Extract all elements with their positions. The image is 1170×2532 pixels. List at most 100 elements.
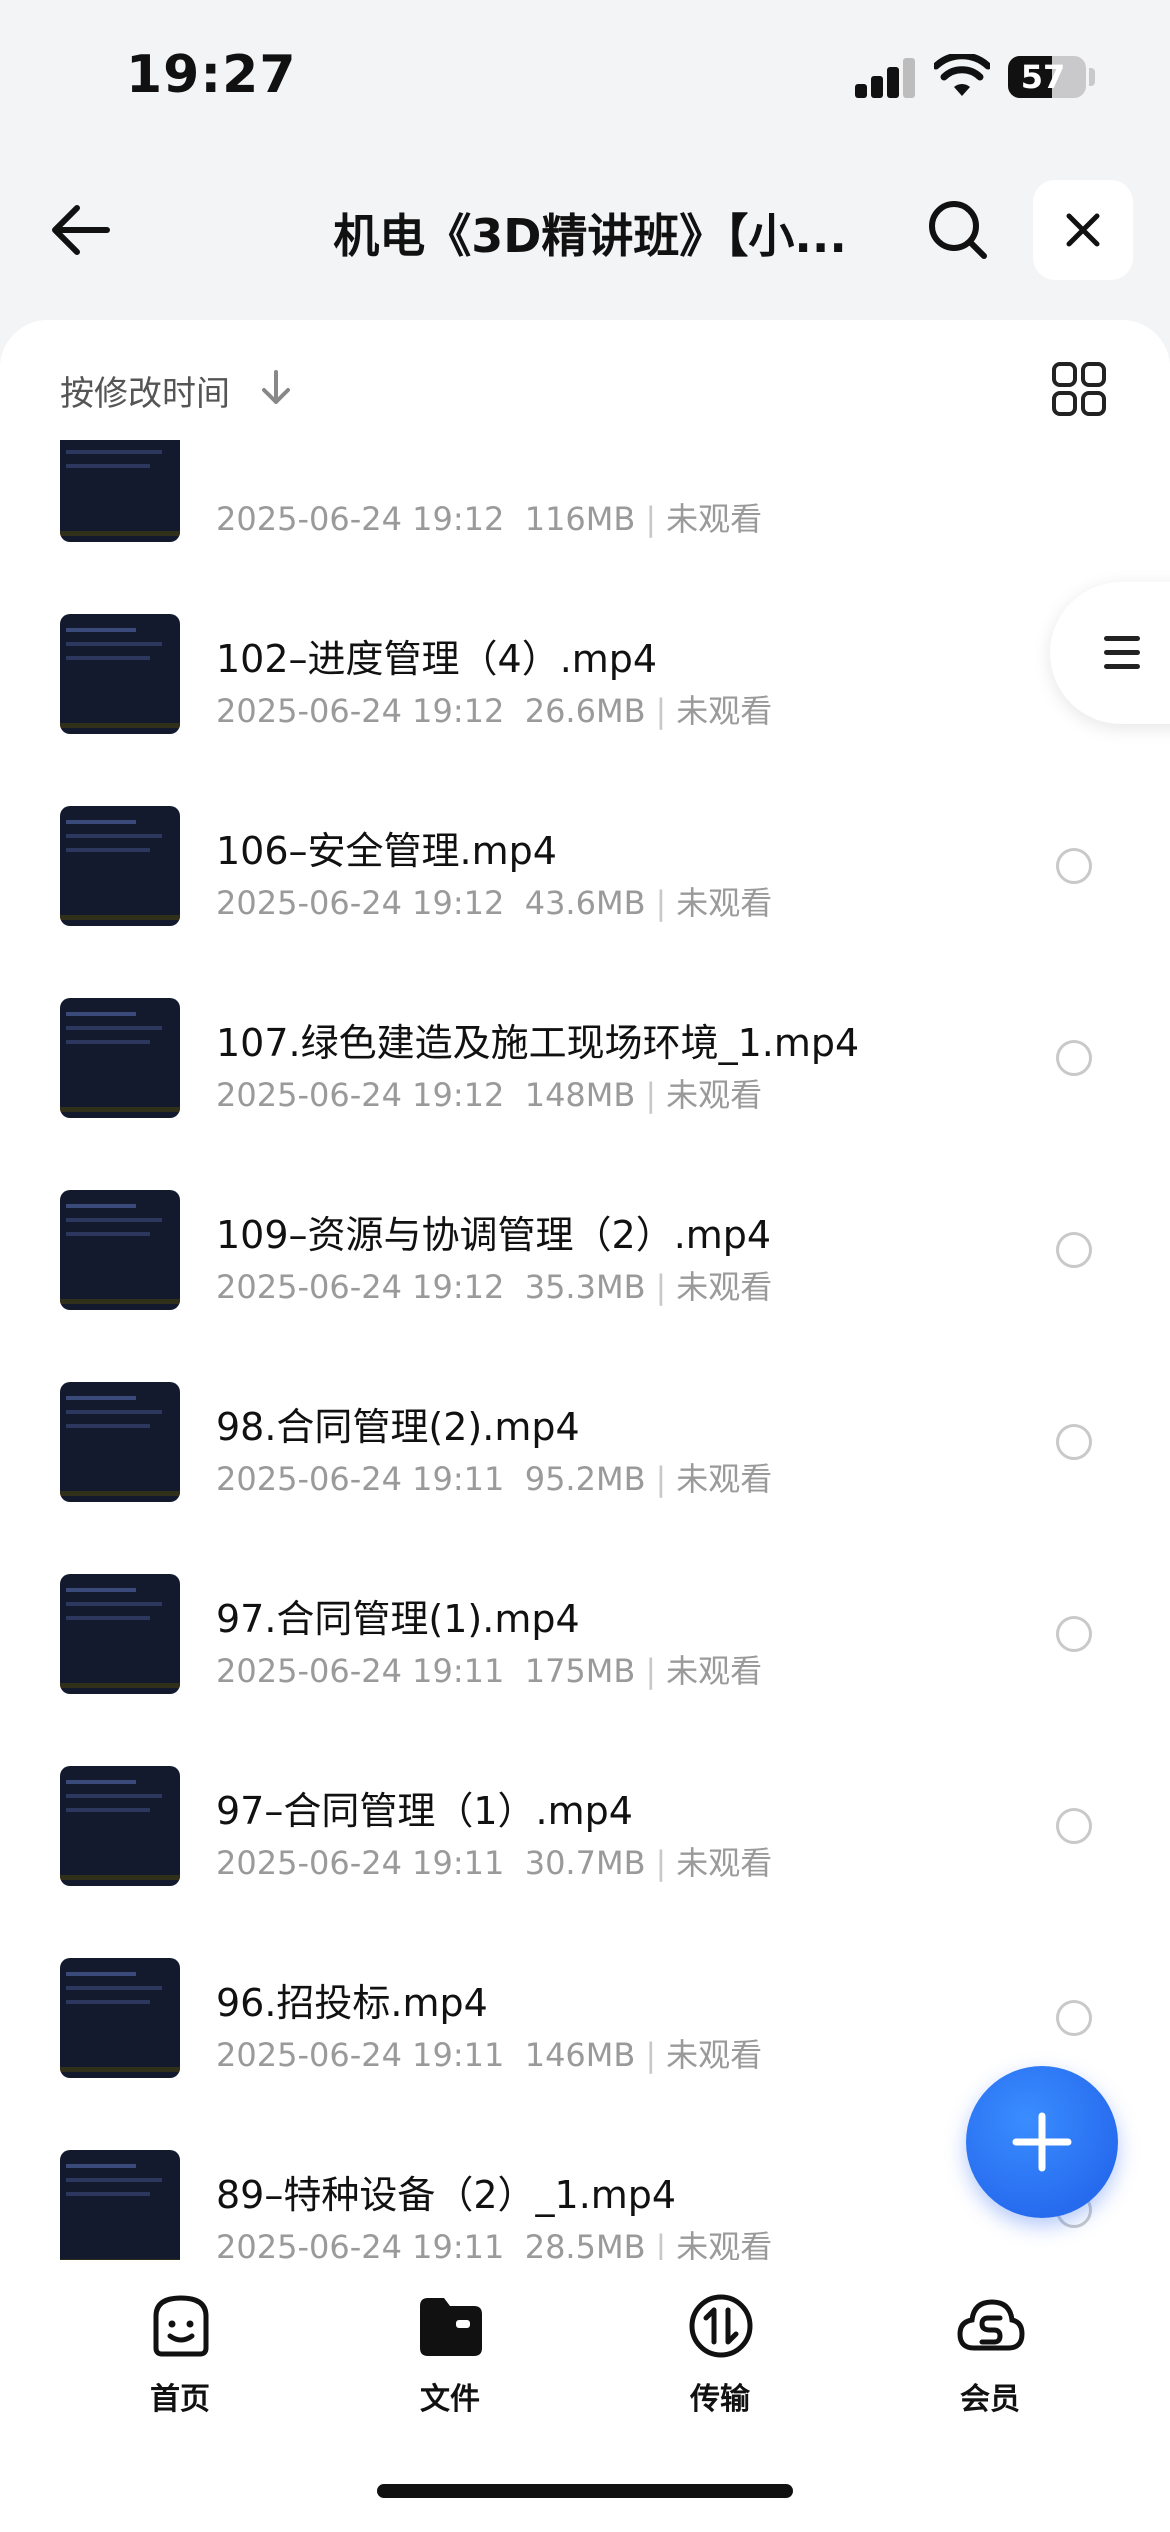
select-checkbox[interactable]: [1056, 1808, 1092, 1844]
tab-label: 文件: [420, 2382, 480, 2417]
tab-files[interactable]: 文件: [370, 2290, 530, 2420]
file-row[interactable]: 106–安全管理.mp4 2025-06-24 19:12 43.6MB | 未观看: [0, 770, 1170, 962]
file-name: 109–资源与协调管理（2）.mp4: [216, 1213, 772, 1257]
file-name: 97–合同管理（1）.mp4: [216, 1789, 633, 1833]
file-row[interactable]: 97–合同管理（1）.mp4 2025-06-24 19:11 30.7MB | 未观…: [0, 1730, 1170, 1922]
file-meta: 2025-06-24 19:11 95.2MB | 未观看: [216, 1454, 772, 1500]
video-thumbnail: [60, 998, 180, 1118]
tab-label: 传输: [690, 2382, 750, 2417]
file-meta: 2025-06-24 19:12 116MB | 未观看: [216, 494, 762, 540]
file-date: 2025-06-24 19:12: [216, 1268, 505, 1306]
file-date: 2025-06-24 19:12: [216, 692, 505, 730]
select-checkbox[interactable]: [1056, 848, 1092, 884]
file-row[interactable]: 107.绿色建造及施工现场环境_1.mp4 2025-06-24 19:12 14…: [0, 962, 1170, 1154]
tab-home[interactable]: 首页: [100, 2290, 260, 2420]
add-button[interactable]: [966, 2066, 1118, 2218]
meta-divider: |: [645, 1652, 657, 1690]
file-meta: 2025-06-24 19:12 35.3MB | 未观看: [216, 1262, 772, 1308]
watch-status: 未观看: [676, 884, 773, 922]
back-button[interactable]: [40, 190, 120, 270]
file-meta: 2025-06-24 19:12 26.6MB | 未观看: [216, 686, 772, 732]
select-checkbox[interactable]: [1056, 1424, 1092, 1460]
file-size: 146MB: [524, 2036, 636, 2074]
sort-bar: 按修改时间: [0, 320, 1170, 440]
arrow-down-icon[interactable]: [258, 368, 294, 408]
tab-transfer[interactable]: 传输: [640, 2290, 800, 2420]
meta-divider: |: [655, 692, 667, 730]
grid-view-icon[interactable]: [1050, 360, 1108, 418]
file-row[interactable]: 109–资源与协调管理（2）.mp4 2025-06-24 19:12 35.3M…: [0, 1154, 1170, 1346]
watch-status: 未观看: [666, 500, 763, 538]
file-name: 107.绿色建造及施工现场环境_1.mp4: [216, 1021, 860, 1065]
select-checkbox[interactable]: [1056, 2000, 1092, 2036]
nav-header: 机电《3D精讲班》【小...: [0, 160, 1170, 300]
watch-status: 未观看: [676, 1268, 773, 1306]
select-checkbox[interactable]: [1056, 1040, 1092, 1076]
video-thumbnail: [60, 1958, 180, 2078]
file-name: 102–进度管理（4）.mp4: [216, 637, 658, 681]
file-size: 175MB: [524, 1652, 636, 1690]
select-checkbox[interactable]: [1056, 1232, 1092, 1268]
meta-divider: |: [655, 1460, 667, 1498]
file-meta: 2025-06-24 19:12 148MB | 未观看: [216, 1070, 762, 1116]
file-row[interactable]: 98.合同管理(2).mp4 2025-06-24 19:11 95.2MB | 未观…: [0, 1346, 1170, 1538]
file-date: 2025-06-24 19:11: [216, 1652, 505, 1690]
video-thumbnail: [60, 1382, 180, 1502]
file-row[interactable]: 102–进度管理（4）.mp4 2025-06-24 19:12 26.6MB | 未…: [0, 578, 1170, 770]
close-button[interactable]: [1033, 180, 1133, 280]
home-indicator[interactable]: [377, 2484, 793, 2498]
meta-divider: |: [655, 1844, 667, 1882]
status-bar: 19:27 57: [0, 0, 1170, 150]
file-row[interactable]: 97.合同管理(1).mp4 2025-06-24 19:11 175MB | 未观看: [0, 1538, 1170, 1730]
arrow-left-icon: [52, 205, 110, 255]
file-date: 2025-06-24 19:11: [216, 1460, 505, 1498]
file-size: 116MB: [524, 500, 636, 538]
meta-divider: |: [645, 1076, 657, 1114]
cellular-signal-icon: [855, 58, 917, 98]
file-meta: 2025-06-24 19:11 146MB | 未观看: [216, 2030, 762, 2076]
watch-status: 未观看: [676, 1844, 773, 1882]
file-date: 2025-06-24 19:12: [216, 1076, 505, 1114]
watch-status: 未观看: [666, 1076, 763, 1114]
battery-icon: 57: [1008, 56, 1086, 98]
tab-member[interactable]: 会员: [910, 2290, 1070, 2420]
video-thumbnail: [60, 1766, 180, 1886]
select-checkbox[interactable]: [1056, 1616, 1092, 1652]
cloud-member-icon: [957, 2299, 1025, 2351]
file-date: 2025-06-24 19:11: [216, 2228, 505, 2260]
status-time: 19:27: [126, 45, 297, 105]
sort-label[interactable]: 按修改时间: [60, 366, 230, 415]
search-button[interactable]: [918, 190, 998, 270]
video-thumbnail: [60, 422, 180, 542]
page-title: 机电《3D精讲班》【小...: [333, 209, 847, 263]
file-date: 2025-06-24 19:11: [216, 1844, 505, 1882]
meta-divider: |: [655, 884, 667, 922]
watch-status: 未观看: [666, 1652, 763, 1690]
video-thumbnail: [60, 614, 180, 734]
video-thumbnail: [60, 1190, 180, 1310]
file-name: 106–安全管理.mp4: [216, 829, 557, 873]
file-size: 95.2MB: [524, 1460, 646, 1498]
file-size: 28.5MB: [524, 2228, 646, 2260]
tab-label: 首页: [150, 2382, 210, 2417]
wifi-icon: [934, 54, 990, 96]
meta-divider: |: [645, 2036, 657, 2074]
file-list-panel: 2025-06-24 19:12 116MB | 未观看 102–进度管理（4）.mp…: [0, 320, 1170, 2260]
file-size: 148MB: [524, 1076, 636, 1114]
tab-label: 会员: [960, 2382, 1020, 2417]
file-date: 2025-06-24 19:11: [216, 2036, 505, 2074]
watch-status: 未观看: [676, 2228, 773, 2260]
watch-status: 未观看: [676, 692, 773, 730]
meta-divider: |: [655, 1268, 667, 1306]
meta-divider: |: [645, 500, 657, 538]
file-name: 97.合同管理(1).mp4: [216, 1597, 580, 1641]
file-size: 30.7MB: [524, 1844, 646, 1882]
watch-status: 未观看: [676, 1460, 773, 1498]
video-thumbnail: [60, 1574, 180, 1694]
file-name: 96.招投标.mp4: [216, 1981, 488, 2025]
meta-divider: |: [655, 2228, 667, 2260]
battery-tip: [1089, 68, 1095, 86]
plus-icon: [1012, 2112, 1072, 2172]
file-meta: 2025-06-24 19:11 30.7MB | 未观看: [216, 1838, 772, 1884]
video-thumbnail: [60, 2150, 180, 2260]
